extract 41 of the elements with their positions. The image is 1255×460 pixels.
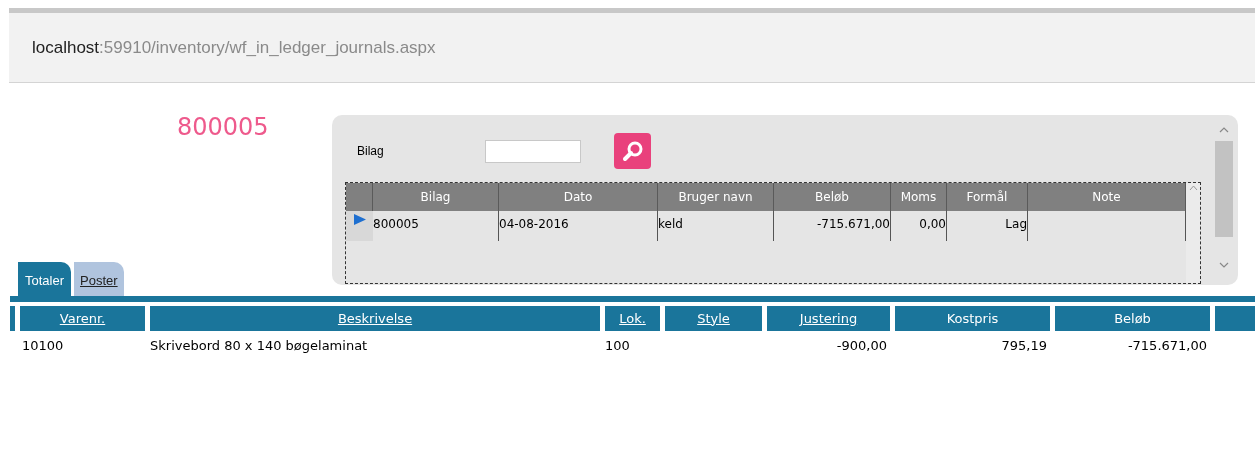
- grid-cell: 04-08-2016: [499, 217, 569, 231]
- url-host: localhost: [32, 36, 100, 59]
- column-header[interactable]: Varenr.: [20, 306, 145, 331]
- grid-cell: Lag: [1005, 217, 1027, 231]
- search-button[interactable]: [614, 133, 651, 169]
- grid-column-header: Bruger navn: [658, 183, 774, 211]
- table-cell: Skrivebord 80 x 140 bøgelaminat: [150, 338, 368, 354]
- table-cell: 100: [605, 338, 630, 354]
- column-header: [10, 306, 15, 331]
- grid-column-header: Moms: [891, 183, 947, 211]
- column-header[interactable]: Justering: [767, 306, 890, 331]
- address-bar[interactable]: localhost:59910/inventory/wf_in_ledger_journals.aspx: [9, 13, 1255, 83]
- column-header[interactable]: Lok.: [605, 306, 660, 331]
- table-cell: -715.671,00: [1127, 338, 1207, 354]
- url-path: :59910/inventory/wf_in_ledger_journals.aspx: [99, 36, 436, 59]
- tab[interactable]: Poster: [74, 262, 124, 296]
- grid-cell: 800005: [373, 217, 419, 231]
- scroll-up-icon: [1188, 185, 1198, 191]
- grid-column-header: Dato: [499, 183, 658, 211]
- grid-cell: 0,00: [919, 217, 946, 231]
- table-cell: -900,00: [836, 338, 887, 354]
- column-header[interactable]: Style: [665, 306, 762, 331]
- scroll-down-icon: [1219, 262, 1229, 268]
- tab[interactable]: Totaler: [18, 262, 72, 296]
- table-cell: 10100: [22, 338, 64, 354]
- column-header: [1215, 306, 1255, 331]
- field-label: Bilag: [356, 143, 385, 160]
- grid-column-header: Bilag: [373, 183, 499, 211]
- grid-cell: -715.671,00: [816, 217, 890, 231]
- journal-number: 800005: [177, 113, 269, 141]
- column-header: Kostpris: [895, 306, 1050, 331]
- grid-column-header: Formål: [947, 183, 1028, 211]
- column-header[interactable]: Beskrivelse: [150, 306, 600, 331]
- grid-column-header: Beløb: [774, 183, 891, 211]
- column-header: Beløb: [1055, 306, 1210, 331]
- search-icon: [621, 140, 644, 162]
- grid-cell: keld: [658, 217, 683, 231]
- table-cell: 795,19: [1001, 338, 1047, 354]
- scroll-thumb[interactable]: [1215, 141, 1233, 237]
- bilag-input[interactable]: [485, 139, 581, 163]
- scroll-up-icon: [1219, 127, 1229, 133]
